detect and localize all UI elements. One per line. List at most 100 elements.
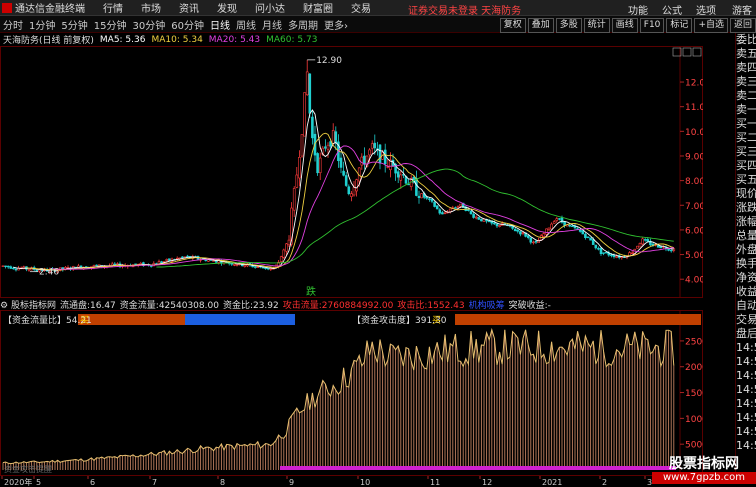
- quote-panel-item[interactable]: 14:5: [736, 383, 756, 397]
- candlestick-chart[interactable]: 4.00 5.00 6.00 7.00 8.00 9.00 10.00 11.00 12.00 1…: [0, 46, 703, 298]
- quote-panel-item[interactable]: 14:5: [736, 425, 756, 439]
- candle-body: [448, 208, 452, 212]
- candle-body: [261, 267, 265, 269]
- period-more[interactable]: 更多›: [321, 17, 351, 32]
- quote-panel-item[interactable]: 卖五: [736, 47, 756, 61]
- quote-panel-item[interactable]: 净资: [736, 271, 756, 285]
- signal-marker: 跌: [306, 285, 316, 298]
- period-monthly[interactable]: 月线: [259, 17, 285, 32]
- quote-panel-item[interactable]: 14:5: [736, 411, 756, 425]
- candle-body: [547, 227, 551, 231]
- sub-y-tick-label: 15000: [685, 389, 703, 399]
- quote-panel-item[interactable]: 卖二: [736, 89, 756, 103]
- candle-body: [355, 179, 358, 192]
- tool-diejia[interactable]: 叠加: [527, 18, 554, 33]
- menu-gongshi[interactable]: 公式: [662, 2, 682, 17]
- quote-panel-item[interactable]: 涨幅: [736, 215, 756, 229]
- candle-body: [253, 266, 257, 268]
- quote-panel-item[interactable]: 14:5: [736, 439, 756, 453]
- tool-huaxian[interactable]: 画线: [611, 18, 638, 33]
- quote-panel-item[interactable]: 换手: [736, 257, 756, 271]
- x-axis: 2020年 5 6 7 8 9 10 11 12 2021 2 3: [1, 476, 652, 487]
- y-tick-label: 12.00: [685, 79, 703, 89]
- guest-label[interactable]: 游客: [732, 2, 752, 17]
- y-tick-label: 10.00: [685, 128, 703, 138]
- tool-duogu[interactable]: 多股: [555, 18, 582, 33]
- quote-panel-item[interactable]: 买三: [736, 145, 756, 159]
- tool-tongji[interactable]: 统计: [583, 18, 610, 33]
- x-tick-label: 6: [90, 478, 95, 487]
- period-1min[interactable]: 1分钟: [26, 17, 58, 32]
- candle-body: [95, 264, 98, 267]
- tool-biaoji[interactable]: 标记: [666, 18, 693, 33]
- candle-body: [326, 144, 330, 150]
- period-multi[interactable]: 多周期: [285, 17, 321, 32]
- indicator-values: 流通盘:16.47 资金流量:42540308.00 资金比:23.92 攻击流量:2…: [60, 298, 555, 311]
- menu-hangqing[interactable]: 行情: [103, 0, 123, 15]
- candle-body: [417, 195, 421, 198]
- chart-frame: [0, 46, 703, 298]
- candle-body: [6, 265, 10, 268]
- indicator-chart[interactable]: 500010000150002000025000【资金流量比】54.21买【资金…: [0, 310, 703, 476]
- menu-xuanxiang[interactable]: 选项: [696, 2, 716, 17]
- tool-f10[interactable]: F10: [639, 18, 665, 33]
- indicator-header: ⚙ 股标指标网 流通盘:16.47 资金流量:42540308.00 资金比:23.…: [0, 298, 555, 311]
- quote-panel-item[interactable]: 涨跌: [736, 201, 756, 215]
- quote-panel-item[interactable]: 14:5: [736, 397, 756, 411]
- candle-body: [9, 266, 13, 269]
- candle-body: [344, 175, 348, 186]
- quote-panel-item[interactable]: 委比: [736, 33, 756, 47]
- quote-panel-item[interactable]: 卖三: [736, 75, 756, 89]
- chart-control-icon[interactable]: [692, 47, 702, 57]
- quote-panel-item[interactable]: 交易: [736, 313, 756, 327]
- period-weekly[interactable]: 周线: [233, 17, 259, 32]
- indicator-name[interactable]: ⚙ 股标指标网: [0, 298, 56, 311]
- watermark: 股票指标网 www.7gpzb.com: [652, 456, 756, 484]
- period-5min[interactable]: 5分钟: [58, 17, 90, 32]
- menu-faxian[interactable]: 发现: [217, 0, 237, 15]
- period-30min[interactable]: 30分钟: [129, 17, 168, 32]
- candle-body: [526, 235, 530, 238]
- quote-panel-item[interactable]: 买四: [736, 159, 756, 173]
- candle-body: [441, 212, 444, 215]
- chart-control-icon[interactable]: [682, 47, 692, 57]
- candle-body: [279, 256, 283, 262]
- y-tick-label: 6.00: [685, 226, 703, 236]
- tool-zixuan[interactable]: +自选: [694, 18, 728, 33]
- quote-panel-item[interactable]: 14:5: [736, 355, 756, 369]
- menu-jiaoyi[interactable]: 交易: [351, 0, 371, 15]
- tool-fuquan[interactable]: 复权: [499, 18, 526, 33]
- period-15min[interactable]: 15分钟: [91, 17, 130, 32]
- quote-panel-item[interactable]: 自动: [736, 299, 756, 313]
- candle-body: [630, 252, 634, 255]
- quote-panel-item[interactable]: 收益: [736, 285, 756, 299]
- quote-panel-item[interactable]: 现价: [736, 187, 756, 201]
- quote-panel-item[interactable]: 外盘: [736, 243, 756, 257]
- quote-panel-item[interactable]: 卖一: [736, 103, 756, 117]
- menu-wenxiaoda[interactable]: 问小达: [255, 0, 285, 15]
- quote-panel-item[interactable]: 买二: [736, 131, 756, 145]
- login-alert[interactable]: 证券交易未登录 天海防务: [408, 2, 521, 17]
- candles: [1, 59, 676, 275]
- period-60min[interactable]: 60分钟: [168, 17, 207, 32]
- period-fenshi[interactable]: 分时: [0, 17, 26, 32]
- menu-caifuquan[interactable]: 财富圈: [303, 0, 333, 15]
- tool-fanhui[interactable]: 返回: [729, 18, 756, 33]
- flow-label: 【资金流量比】54.21: [3, 314, 92, 326]
- candle-body: [589, 237, 592, 241]
- quote-panel-item[interactable]: 14:5: [736, 341, 756, 355]
- quote-panel-item[interactable]: 买五: [736, 173, 756, 187]
- candle-body: [363, 155, 366, 165]
- quote-panel-item[interactable]: 总量: [736, 229, 756, 243]
- quote-panel-item[interactable]: 盘后: [736, 327, 756, 341]
- menu-gongneng[interactable]: 功能: [628, 2, 648, 17]
- candle-body: [368, 149, 371, 156]
- menu-zixun[interactable]: 资讯: [179, 0, 199, 15]
- menu-shichang[interactable]: 市场: [141, 0, 161, 15]
- candle-body: [602, 252, 605, 254]
- watermark-url: www.7gpzb.com: [652, 472, 756, 484]
- period-daily[interactable]: 日线: [207, 17, 233, 32]
- quote-panel-item[interactable]: 卖四: [736, 61, 756, 75]
- quote-panel-item[interactable]: 买一: [736, 117, 756, 131]
- quote-panel-item[interactable]: 14:5: [736, 369, 756, 383]
